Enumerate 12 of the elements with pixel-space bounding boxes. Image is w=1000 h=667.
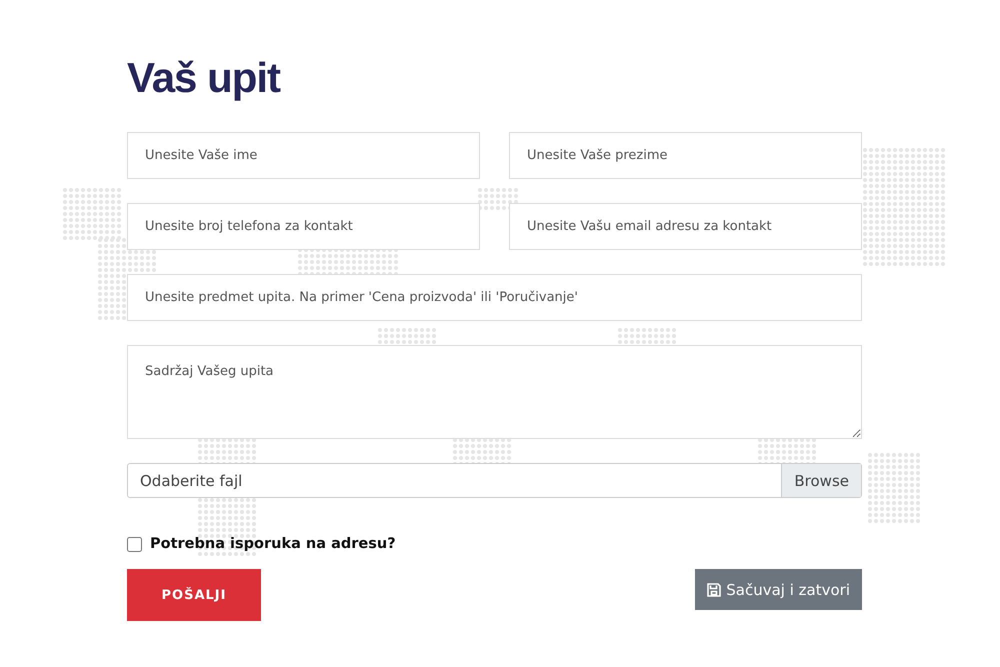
input-field[interactable]: Unesite predmet upita. Na primer 'Cena proizvoda' ili 'Poručivanje' xyxy=(127,274,862,321)
save-button[interactable]: Sačuvaj i zatvori xyxy=(695,569,862,610)
submit-button[interactable]: POŠALJI xyxy=(127,569,261,621)
input-field[interactable]: Unesite Vaše prezime xyxy=(509,132,862,179)
checkbox-label: Potrebna isporuka na adresu? xyxy=(150,536,396,552)
checkbox[interactable] xyxy=(127,536,142,552)
input-field[interactable]: Unesite Vaše ime xyxy=(127,132,480,179)
input-field[interactable]: Unesite broj telefona za kontakt xyxy=(127,203,480,250)
input-field[interactable]: Unesite Vašu email adresu za kontakt xyxy=(509,203,862,250)
save-icon xyxy=(707,582,722,596)
form-title: Vaš upit xyxy=(127,53,282,103)
message-textarea[interactable]: Sadržaj Vašeg upita xyxy=(127,345,862,439)
